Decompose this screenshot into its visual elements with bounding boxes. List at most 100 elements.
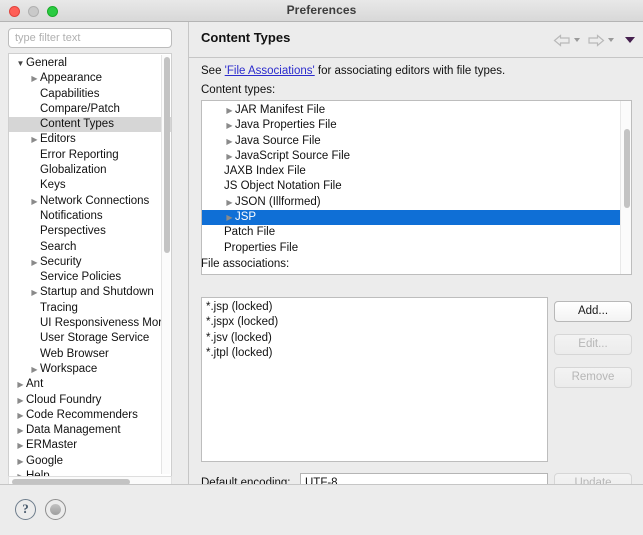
sidebar-item-label: Appearance — [40, 72, 103, 85]
sidebar-item-editors[interactable]: ▶ Editors — [9, 132, 171, 147]
content-type-row[interactable]: ▶ JSON (Illformed) — [202, 195, 621, 210]
sidebar-item-general[interactable]: ▼ General — [9, 56, 171, 71]
file-associations-list[interactable]: *.jsp (locked) *.jspx (locked) *.jsv (lock… — [201, 297, 548, 462]
dialog-footer: ? Cancel OK — [0, 484, 643, 535]
content-types-scroll-thumb[interactable] — [623, 129, 630, 208]
sidebar-item-notifications[interactable]: Notifications — [9, 209, 171, 224]
file-association-row[interactable]: *.jtpl (locked) — [202, 346, 547, 361]
content-type-label: Properties File — [224, 241, 299, 254]
twisty-closed-icon[interactable]: ▶ — [29, 255, 40, 270]
sidebar-item-workspace[interactable]: ▶ Workspace — [9, 362, 171, 377]
content-type-row[interactable]: ▶ Java Source File — [202, 134, 621, 149]
twisty-closed-icon[interactable]: ▶ — [29, 362, 40, 377]
content-type-row[interactable]: ▶ JAR Manifest File — [202, 103, 621, 118]
content-type-row[interactable]: JAXB Index File — [202, 164, 621, 179]
twisty-closed-icon[interactable]: ▶ — [15, 423, 26, 438]
preferences-sidebar: ▼General▶Appearance Capabilities Compare… — [0, 22, 188, 486]
sidebar-item-network-connections[interactable]: ▶ Network Connections — [9, 194, 171, 209]
twisty-closed-icon[interactable]: ▶ — [29, 132, 40, 147]
sidebar-item-data-management[interactable]: ▶ Data Management — [9, 423, 171, 438]
sidebar-vertical-scroll-thumb[interactable] — [163, 57, 170, 253]
sidebar-item-google[interactable]: ▶ Google — [9, 454, 171, 469]
sidebar-item-label: Search — [40, 240, 77, 253]
content-type-row[interactable]: Properties File — [202, 241, 621, 256]
twisty-closed-icon[interactable]: ▶ — [224, 195, 235, 210]
forward-dropdown-caret-icon[interactable] — [608, 38, 614, 42]
sidebar-item-keys[interactable]: Keys — [9, 178, 171, 193]
sidebar-item-label: Web Browser — [40, 347, 109, 360]
sidebar-item-label: Data Management — [26, 424, 121, 437]
sidebar-item-ermaster[interactable]: ▶ ERMaster — [9, 438, 171, 453]
chevron-down-icon[interactable] — [625, 37, 635, 43]
content-type-row[interactable]: JS Object Notation File — [202, 179, 621, 194]
twisty-closed-icon[interactable]: ▶ — [224, 149, 235, 164]
content-type-row[interactable]: ▶ Java Properties File — [202, 118, 621, 133]
content-types-rows: ▶ JAR Manifest File ▶ Java Properties File ▶… — [202, 103, 621, 256]
sidebar-item-content-types[interactable]: Content Types — [9, 117, 171, 133]
twisty-closed-icon[interactable]: ▶ — [15, 438, 26, 453]
sidebar-item-ui-responsiveness-mor[interactable]: UI Responsiveness Mor — [9, 316, 171, 331]
sidebar-item-startup-and-shutdown[interactable]: ▶ Startup and Shutdown — [9, 285, 171, 300]
title-separator — [189, 57, 643, 58]
sidebar-item-error-reporting[interactable]: Error Reporting — [9, 148, 171, 163]
twisty-closed-icon[interactable]: ▶ — [29, 194, 40, 209]
sidebar-item-service-policies[interactable]: Service Policies — [9, 270, 171, 285]
sidebar-item-search[interactable]: Search — [9, 240, 171, 255]
apply-icon[interactable] — [45, 499, 66, 520]
sidebar-item-globalization[interactable]: Globalization — [9, 163, 171, 178]
twisty-closed-icon[interactable]: ▶ — [15, 454, 26, 469]
sidebar-item-compare-patch[interactable]: Compare/Patch — [9, 102, 171, 117]
sidebar-item-perspectives[interactable]: Perspectives — [9, 224, 171, 239]
sidebar-item-user-storage-service[interactable]: User Storage Service — [9, 331, 171, 346]
file-association-row[interactable]: *.jsv (locked) — [202, 331, 547, 346]
sidebar-item-label: Keys — [40, 179, 66, 192]
twisty-closed-icon[interactable]: ▶ — [224, 134, 235, 149]
preferences-tree[interactable]: ▼ General ▶ Appearance Capabilities Compare… — [8, 53, 172, 476]
window-title: Preferences — [286, 3, 357, 17]
twisty-closed-icon[interactable]: ▶ — [15, 377, 26, 392]
twisty-closed-icon[interactable]: ▶ — [15, 469, 26, 476]
sidebar-item-label: UI Responsiveness Mor — [40, 317, 163, 330]
add-button[interactable]: Add... — [554, 301, 632, 322]
sidebar-item-code-recommenders[interactable]: ▶ Code Recommenders — [9, 408, 171, 423]
file-association-row[interactable]: *.jsp (locked) — [202, 300, 547, 315]
twisty-closed-icon[interactable]: ▶ — [224, 210, 235, 225]
content-types-label: Content types: — [201, 84, 276, 96]
twisty-closed-icon[interactable]: ▶ — [224, 118, 235, 133]
file-association-row[interactable]: *.jspx (locked) — [202, 315, 547, 330]
forward-arrow-icon[interactable] — [587, 33, 605, 47]
twisty-closed-icon[interactable]: ▶ — [29, 285, 40, 300]
sidebar-item-label: Compare/Patch — [40, 102, 120, 115]
twisty-open-icon[interactable]: ▼ — [15, 56, 26, 71]
content-types-vertical-scrollbar[interactable] — [620, 101, 631, 274]
sidebar-item-web-browser[interactable]: Web Browser — [9, 347, 171, 362]
back-arrow-icon[interactable] — [553, 33, 571, 47]
page-navigation-toolbar — [553, 32, 635, 48]
back-dropdown-caret-icon[interactable] — [574, 38, 580, 42]
twisty-closed-icon[interactable]: ▶ — [224, 103, 235, 118]
twisty-closed-icon[interactable]: ▶ — [15, 408, 26, 423]
content-types-list[interactable]: ▶ JAR Manifest File ▶ Java Properties File ▶… — [201, 100, 632, 275]
sidebar-item-capabilities[interactable]: Capabilities — [9, 87, 171, 102]
content-type-label: JAR Manifest File — [235, 104, 326, 116]
content-type-row[interactable]: ▶ JSP — [202, 210, 621, 226]
preferences-dialog: Preferences ▼General▶Appearance Capabili… — [0, 0, 643, 535]
sidebar-item-label: Editors — [40, 133, 76, 146]
sidebar-item-tracing[interactable]: Tracing — [9, 301, 171, 316]
sidebar-item-appearance[interactable]: ▶ Appearance — [9, 71, 171, 86]
twisty-closed-icon[interactable]: ▶ — [15, 393, 26, 408]
file-associations-link[interactable]: 'File Associations' — [225, 65, 315, 77]
question-mark-icon[interactable]: ? — [15, 499, 36, 520]
sidebar-item-label: Capabilities — [40, 87, 100, 100]
content-type-row[interactable]: Patch File — [202, 225, 621, 240]
twisty-closed-icon[interactable]: ▶ — [29, 71, 40, 86]
sidebar-item-help[interactable]: ▶Help — [9, 469, 171, 476]
sidebar-item-cloud-foundry[interactable]: ▶ Cloud Foundry — [9, 393, 171, 408]
sidebar-item-ant[interactable]: ▶ Ant — [9, 377, 171, 392]
sidebar-vertical-scrollbar[interactable] — [161, 55, 170, 474]
sidebar-item-security[interactable]: ▶ Security — [9, 255, 171, 270]
content-type-label: Java Properties File — [235, 119, 337, 132]
filter-input[interactable] — [8, 28, 172, 48]
content-type-row[interactable]: ▶ JavaScript Source File — [202, 149, 621, 164]
